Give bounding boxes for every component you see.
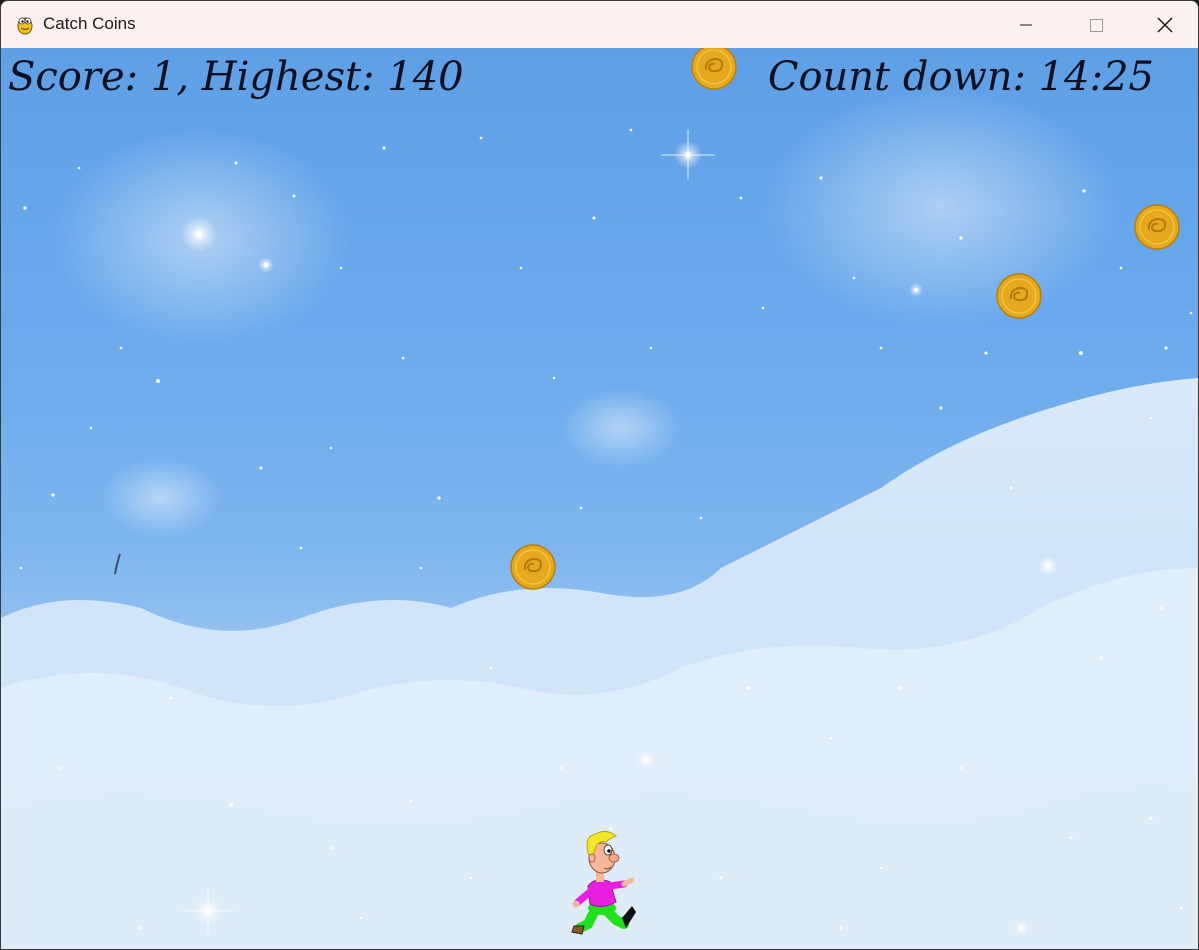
gold-coin [996, 273, 1042, 319]
minimize-icon [1020, 24, 1032, 25]
window-title: Catch Coins [43, 14, 136, 33]
maximize-icon [1090, 18, 1103, 32]
score-display: Score: 1, Highest: 140 [8, 54, 464, 100]
title-bar[interactable]: Catch Coins [1, 1, 1198, 48]
player-character[interactable] [566, 828, 644, 940]
countdown-display: Count down: 14:25 [767, 54, 1154, 100]
falling-debris [114, 553, 121, 575]
game-window: Catch Coins Score: 1, Highest: 140 Count… [0, 0, 1199, 950]
close-button[interactable] [1130, 1, 1198, 48]
game-canvas[interactable]: Score: 1, Highest: 140 Count down: 14:25 [1, 48, 1198, 949]
close-icon [1157, 16, 1173, 33]
maximize-button[interactable] [1061, 1, 1131, 48]
sky-background [1, 88, 1198, 949]
minimize-button[interactable] [991, 1, 1061, 48]
pygame-snake-icon [17, 17, 33, 35]
gold-coin [1134, 204, 1180, 250]
gold-coin [691, 48, 737, 90]
gold-coin [510, 544, 556, 590]
